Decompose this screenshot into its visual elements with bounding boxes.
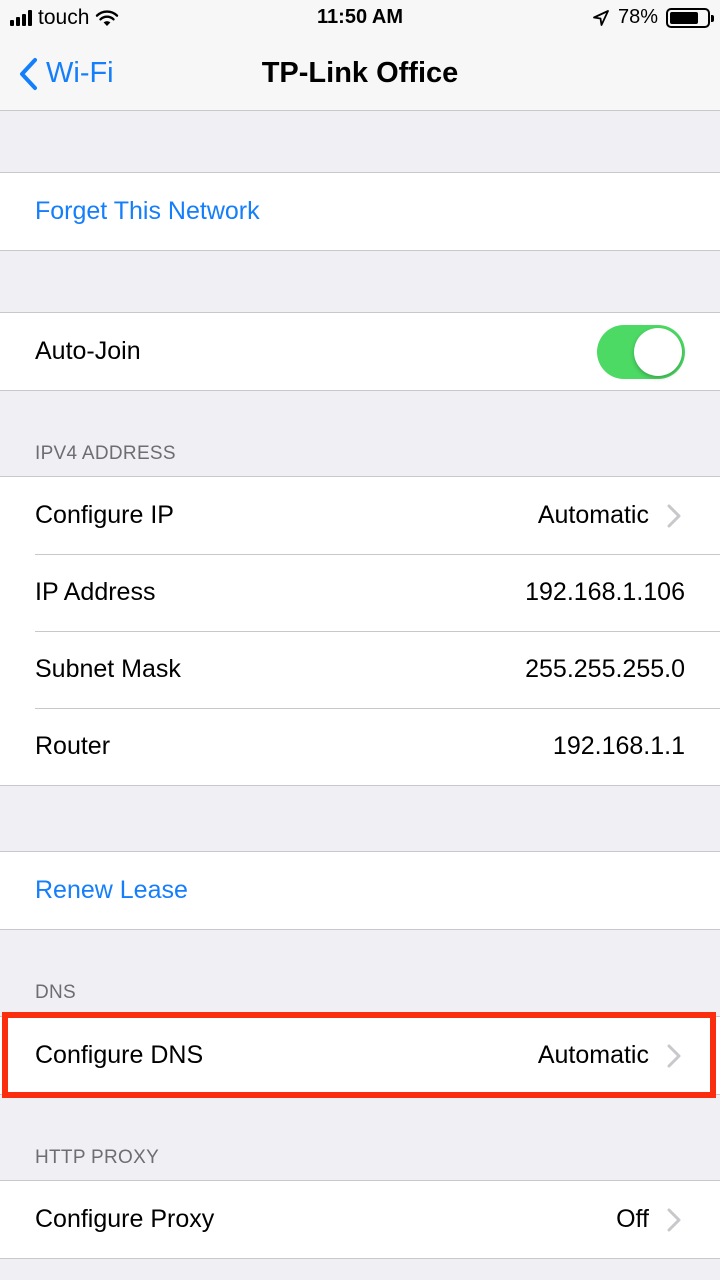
router-label: Router [35,732,111,760]
configure-ip-label: Configure IP [35,501,174,529]
battery-percent: 78% [617,6,658,28]
ipv4-group: Configure IP Automatic IP Address 192.16… [0,476,720,786]
ipv4-section-header: IPV4 ADDRESS [35,443,176,464]
configure-proxy-row[interactable]: Configure Proxy Off [0,1181,720,1258]
http-proxy-group: Configure Proxy Off [0,1180,720,1259]
forget-network-group: Forget This Network [0,172,720,251]
forget-network-label: Forget This Network [35,197,260,225]
configure-dns-row[interactable]: Configure DNS Automatic [0,1017,720,1094]
renew-lease-group: Renew Lease [0,851,720,930]
configure-dns-label: Configure DNS [35,1041,204,1069]
navigation-bar: Wi-Fi TP-Link Office [0,36,720,111]
subnet-mask-label: Subnet Mask [35,655,181,683]
configure-proxy-value: Off [616,1205,649,1233]
forget-network-button[interactable]: Forget This Network [0,173,720,250]
configure-ip-value: Automatic [537,501,649,529]
dns-group: Configure DNS Automatic [0,1016,720,1095]
status-bar-right: 78% [592,6,714,29]
status-bar: touch 11:50 AM 78% [0,0,720,36]
ip-address-label: IP Address [35,578,156,606]
configure-proxy-label: Configure Proxy [35,1205,215,1233]
wifi-icon [96,10,119,26]
ip-address-row: IP Address 192.168.1.106 [0,554,720,631]
chevron-left-icon [20,57,37,90]
battery-fill [670,11,699,24]
ip-address-value: 192.168.1.106 [525,578,685,606]
dns-section-header: DNS [35,982,77,1003]
http-proxy-section-header: HTTP PROXY [35,1147,160,1168]
chevron-right-icon [663,1043,685,1069]
auto-join-group: Auto-Join [0,312,720,391]
configure-dns-value: Automatic [537,1041,649,1069]
location-arrow-icon [593,9,609,26]
toggle-knob [634,327,682,376]
auto-join-toggle[interactable] [597,324,685,379]
router-row: Router 192.168.1.1 [0,708,720,785]
battery-icon [666,7,714,28]
back-button[interactable]: Wi-Fi [18,36,114,111]
status-bar-left: touch [10,6,119,30]
renew-lease-button[interactable]: Renew Lease [0,852,720,929]
auto-join-row: Auto-Join [0,313,720,390]
router-value: 192.168.1.1 [552,732,685,760]
chevron-right-icon [663,503,685,529]
subnet-mask-row: Subnet Mask 255.255.255.0 [0,631,720,708]
configure-ip-row[interactable]: Configure IP Automatic [0,477,720,554]
renew-lease-label: Renew Lease [35,876,188,904]
signal-bars-icon [10,10,32,26]
subnet-mask-value: 255.255.255.0 [525,655,685,683]
carrier-name: touch [38,6,90,29]
auto-join-label: Auto-Join [35,337,141,365]
back-button-label: Wi-Fi [46,57,114,89]
chevron-right-icon [663,1207,685,1233]
